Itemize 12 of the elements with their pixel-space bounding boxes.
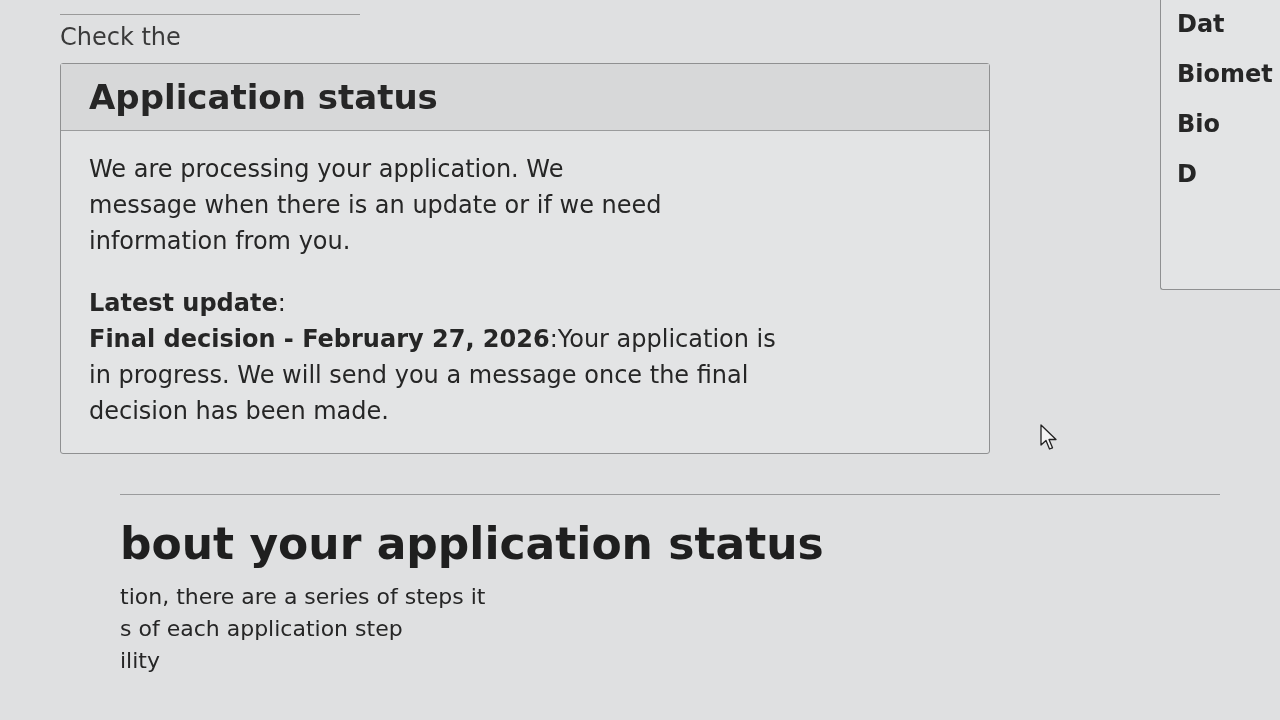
mouse-pointer-icon: [1040, 424, 1058, 450]
section-paragraph: tion, there are a series of steps it s of each application step ility: [120, 583, 486, 675]
detail-label: Biomet: [1177, 59, 1273, 90]
detail-label: D: [1177, 159, 1197, 190]
latest-update-text: Final decision - February 27, 2026:Your application is in progress. We will send you a message once the final decision has been made.: [89, 324, 777, 427]
status-message: We are processing your application. We message when there is an update or if we need information from you.: [89, 154, 662, 257]
detail-label: Bio: [1177, 109, 1220, 140]
section-heading: bout your application status: [120, 517, 824, 571]
latest-update-label: Latest update:: [89, 288, 286, 319]
detail-label: Dat: [1177, 9, 1225, 40]
intro-text: Check the: [60, 22, 181, 53]
card-title: Application status: [89, 76, 438, 118]
